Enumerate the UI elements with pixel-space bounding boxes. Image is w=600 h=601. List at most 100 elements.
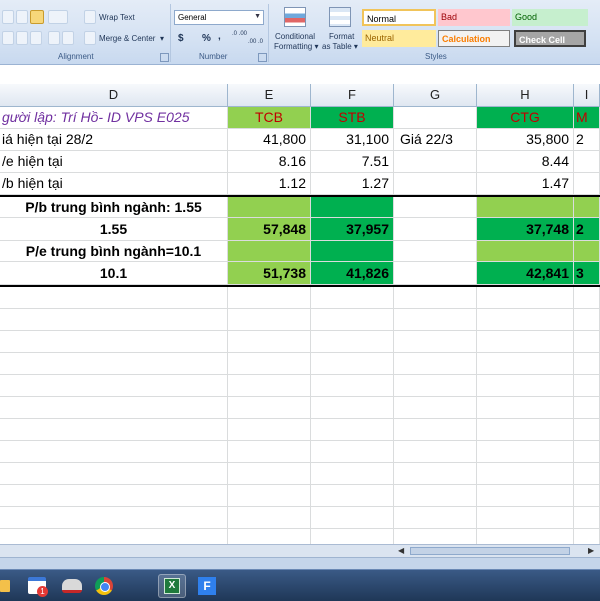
empty-cell[interactable] (394, 331, 477, 353)
cell-d2[interactable]: iá hiện tại 28/2 (0, 129, 228, 151)
empty-cell[interactable] (311, 507, 394, 529)
empty-cell[interactable] (0, 287, 228, 309)
comma-button[interactable]: , (218, 31, 221, 42)
align-right-button[interactable] (30, 31, 42, 45)
cell-i5[interactable] (574, 197, 600, 218)
cell-g8[interactable] (394, 262, 477, 285)
alignment-dialog-launcher[interactable] (160, 53, 169, 62)
cell-e5[interactable] (228, 197, 311, 218)
cell-g7[interactable] (394, 241, 477, 262)
empty-cell[interactable] (477, 309, 574, 331)
chrome-icon[interactable] (91, 574, 119, 598)
style-bad[interactable]: Bad (438, 9, 510, 26)
empty-cell[interactable] (0, 463, 228, 485)
empty-cell[interactable] (477, 331, 574, 353)
empty-cell[interactable] (477, 529, 574, 544)
cell-g2[interactable]: Giá 22/3 (394, 129, 477, 151)
empty-cell[interactable] (0, 419, 228, 441)
conditional-formatting-button[interactable]: Conditional (275, 32, 315, 41)
empty-cell[interactable] (574, 441, 600, 463)
format-as-table-button[interactable]: Format (329, 32, 354, 41)
horizontal-scrollbar[interactable]: ◀ ▶ (0, 544, 600, 557)
increase-indent-button[interactable] (62, 31, 74, 45)
empty-cell[interactable] (394, 397, 477, 419)
cell-h7[interactable] (477, 241, 574, 262)
empty-cell[interactable] (394, 353, 477, 375)
empty-cell[interactable] (477, 375, 574, 397)
empty-cell[interactable] (394, 507, 477, 529)
empty-cell[interactable] (394, 441, 477, 463)
cell-f3[interactable]: 7.51 (311, 151, 394, 173)
style-check-cell[interactable]: Check Cell (514, 30, 586, 47)
cell-f7[interactable] (311, 241, 394, 262)
media-player-icon[interactable] (58, 574, 86, 598)
cell-d8[interactable]: 10.1 (0, 262, 228, 285)
cell-i2[interactable]: 2 (574, 129, 600, 151)
decrease-indent-button[interactable] (48, 31, 60, 45)
empty-cell[interactable] (574, 331, 600, 353)
merge-dropdown-arrow[interactable]: ▾ (160, 34, 164, 43)
cell-e4[interactable]: 1.12 (228, 173, 311, 195)
align-bottom-button[interactable] (30, 10, 44, 24)
number-format-select[interactable]: General ▼ (174, 10, 264, 25)
cell-e2[interactable]: 41,800 (228, 129, 311, 151)
cell-d5[interactable]: P/b trung bình ngành: 1.55 (0, 197, 228, 218)
style-calculation[interactable]: Calculation (438, 30, 510, 47)
empty-cell[interactable] (394, 529, 477, 544)
align-top-button[interactable] (2, 10, 14, 24)
cell-f4[interactable]: 1.27 (311, 173, 394, 195)
align-center-button[interactable] (16, 31, 28, 45)
empty-cell[interactable] (394, 463, 477, 485)
percent-button[interactable]: % (202, 33, 211, 44)
empty-cell[interactable] (394, 375, 477, 397)
cell-g1[interactable] (394, 107, 477, 129)
cell-i1[interactable]: M (574, 107, 600, 129)
empty-cell[interactable] (0, 485, 228, 507)
cell-h5[interactable] (477, 197, 574, 218)
empty-cell[interactable] (394, 287, 477, 309)
empty-cell[interactable] (311, 463, 394, 485)
empty-cell[interactable] (0, 529, 228, 544)
cell-g5[interactable] (394, 197, 477, 218)
empty-cell[interactable] (574, 485, 600, 507)
empty-cell[interactable] (477, 485, 574, 507)
cell-f6[interactable]: 37,957 (311, 218, 394, 241)
empty-cell[interactable] (228, 485, 311, 507)
cell-i3[interactable] (574, 151, 600, 173)
empty-cell[interactable] (574, 353, 600, 375)
empty-cell[interactable] (477, 507, 574, 529)
cell-e8[interactable]: 51,738 (228, 262, 311, 285)
column-header-h[interactable]: H (477, 84, 574, 106)
cell-d3[interactable]: /e hiện tại (0, 151, 228, 173)
scroll-right-arrow-icon[interactable]: ▶ (588, 546, 594, 555)
column-header-g[interactable]: G (394, 84, 477, 106)
cell-e7[interactable] (228, 241, 311, 262)
cell-e6[interactable]: 57,848 (228, 218, 311, 241)
empty-cell[interactable] (311, 375, 394, 397)
empty-cell[interactable] (311, 397, 394, 419)
cell-i8[interactable]: 3 (574, 262, 600, 285)
calendar-icon[interactable]: 1 (24, 574, 52, 598)
empty-cell[interactable] (477, 397, 574, 419)
empty-cell[interactable] (574, 309, 600, 331)
scroll-left-arrow-icon[interactable]: ◀ (398, 546, 404, 555)
merge-center-button[interactable]: Merge & Center (99, 34, 155, 43)
wrap-text-button[interactable]: Wrap Text (99, 13, 135, 22)
cell-i4[interactable] (574, 173, 600, 195)
cell-h4[interactable]: 1.47 (477, 173, 574, 195)
currency-button[interactable]: $ (178, 33, 184, 44)
empty-cell[interactable] (477, 463, 574, 485)
column-header-d[interactable]: D (0, 84, 228, 106)
empty-cell[interactable] (0, 353, 228, 375)
cell-f1[interactable]: STB (311, 107, 394, 129)
cell-g4[interactable] (394, 173, 477, 195)
style-normal[interactable]: Normal (362, 9, 436, 26)
empty-cell[interactable] (574, 419, 600, 441)
style-good[interactable]: Good (512, 9, 588, 26)
f-app-icon[interactable]: F (194, 574, 222, 598)
column-header-i[interactable]: I (574, 84, 600, 106)
empty-cell[interactable] (477, 287, 574, 309)
empty-cell[interactable] (574, 397, 600, 419)
cell-f8[interactable]: 41,826 (311, 262, 394, 285)
cell-e1[interactable]: TCB (228, 107, 311, 129)
